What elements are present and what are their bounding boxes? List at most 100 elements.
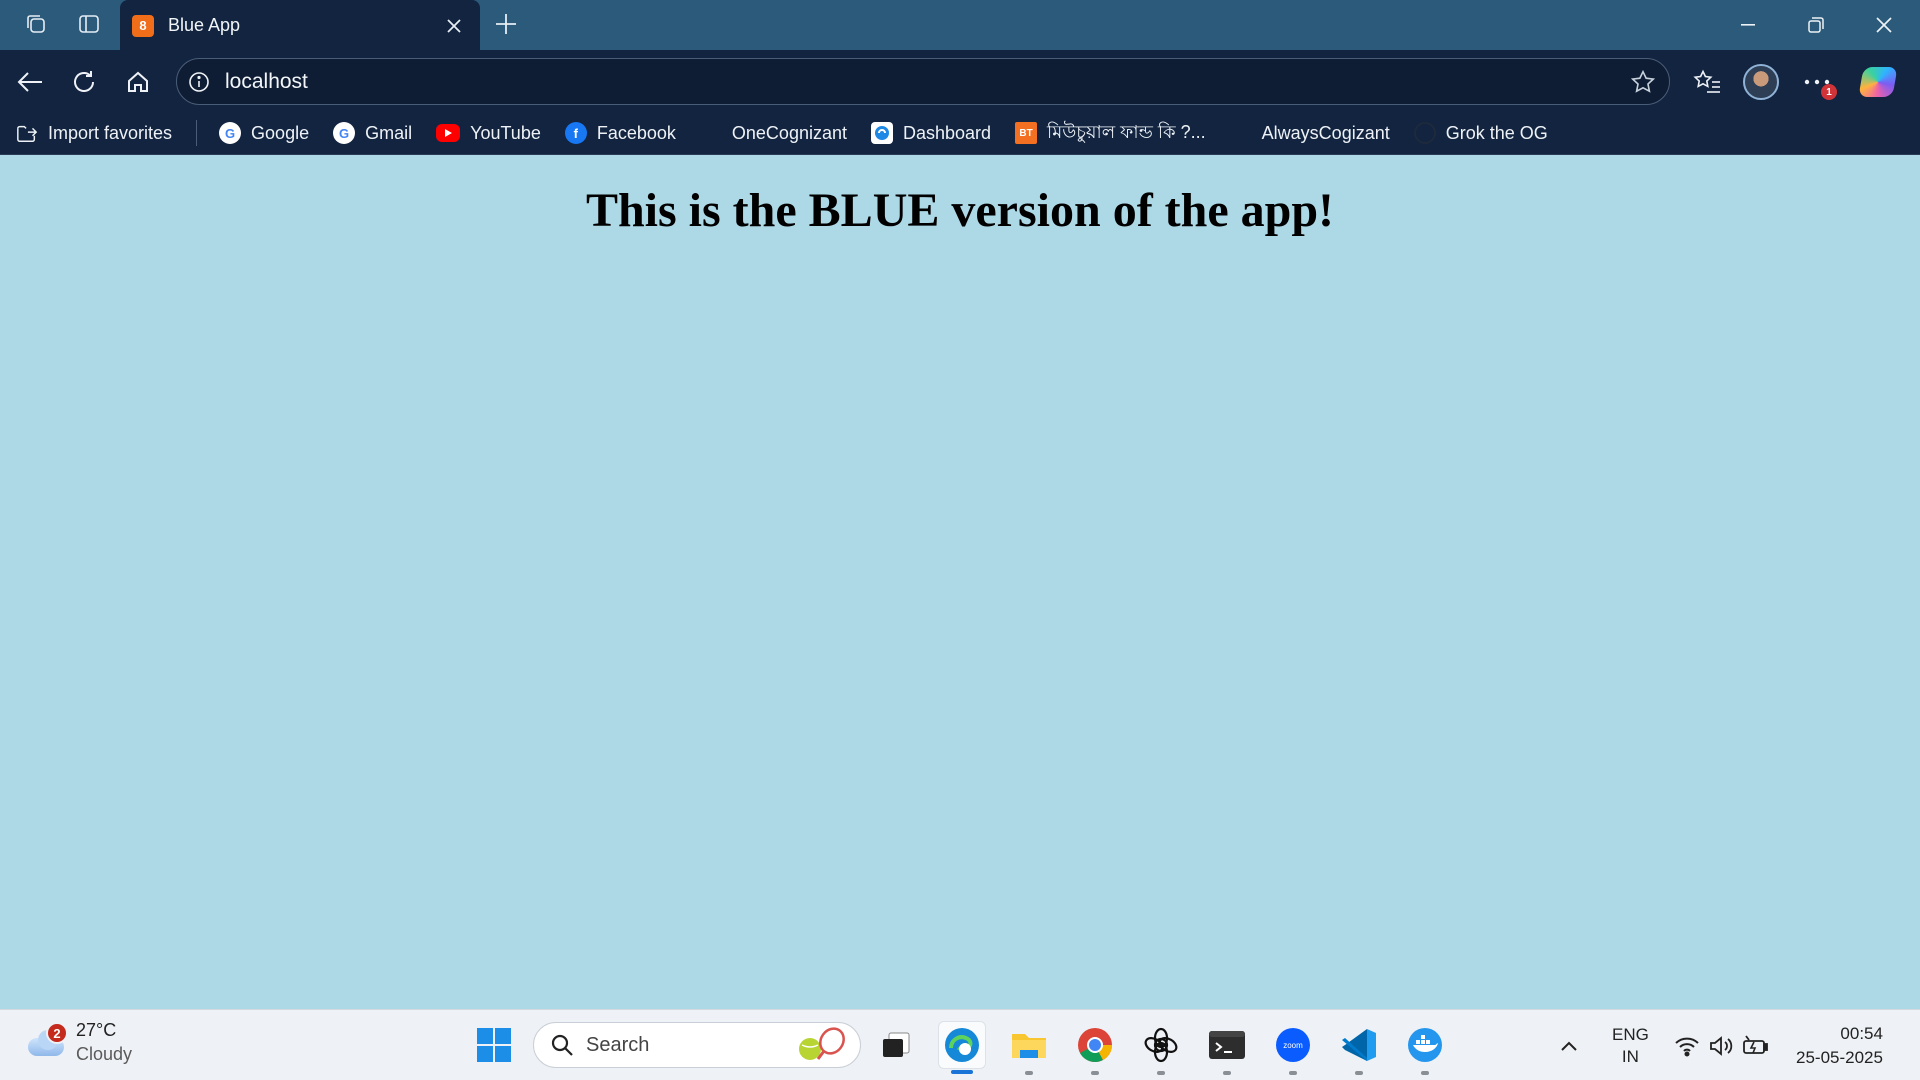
favorite-facebook[interactable]: f Facebook: [564, 117, 676, 149]
avatar: [1743, 64, 1779, 100]
favorite-label: Dashboard: [902, 122, 992, 143]
windows-icon: [477, 1028, 511, 1062]
chatgpt-icon: [1144, 1027, 1178, 1063]
favorite-alwayscogizant[interactable]: AlwaysCogizant: [1230, 117, 1390, 149]
taskbar-search[interactable]: Search: [533, 1022, 861, 1068]
terminal-icon: [1209, 1031, 1245, 1059]
weather-widget[interactable]: 2 27°C Cloudy: [26, 1018, 132, 1066]
favorite-google[interactable]: G Google: [219, 117, 309, 149]
vertical-tabs-icon[interactable]: [71, 8, 107, 40]
search-highlight-icon: [794, 1025, 850, 1066]
tab-strip: 8 Blue App: [0, 0, 1920, 51]
favorite-dashboard[interactable]: Dashboard: [870, 117, 992, 149]
favorites-divider: [196, 120, 198, 146]
favorite-label: Grok the OG: [1445, 122, 1548, 143]
taskbar-edge[interactable]: [938, 1021, 986, 1074]
favorite-onecognizant[interactable]: OneCognizant: [700, 117, 847, 149]
close-window-button[interactable]: [1850, 0, 1918, 50]
taskbar-zoom[interactable]: zoom: [1269, 1021, 1317, 1075]
back-arrow-icon[interactable]: [10, 62, 50, 102]
favorite-label: OneCognizant: [731, 122, 847, 143]
lang-line2: IN: [1621, 1046, 1639, 1066]
import-favorites-icon: [16, 122, 38, 144]
favorite-label: AlwaysCogizant: [1261, 122, 1390, 143]
bt-icon: BT: [1015, 122, 1038, 144]
zoom-icon: zoom: [1276, 1028, 1310, 1062]
grok-icon: [1413, 122, 1436, 144]
cloud-icon: 2: [26, 1022, 68, 1058]
favorite-label: Facebook: [596, 122, 676, 143]
home-icon[interactable]: [118, 62, 158, 102]
taskbar-terminal[interactable]: [1203, 1021, 1251, 1075]
google-icon: G: [333, 122, 356, 144]
blank-icon: [1230, 122, 1252, 144]
xampp-favicon-icon: 8: [132, 14, 154, 37]
page-heading: This is the BLUE version of the app!: [585, 184, 1335, 237]
favorite-youtube[interactable]: YouTube: [436, 117, 541, 149]
clock-date: 25-05-2025: [1796, 1047, 1883, 1067]
google-icon: G: [219, 122, 242, 144]
task-view-icon: [883, 1032, 910, 1057]
minimize-button[interactable]: [1714, 0, 1782, 50]
folder-icon: [1012, 1034, 1046, 1058]
svg-text:zoom: zoom: [1283, 1041, 1303, 1050]
volume-icon: [1710, 1035, 1733, 1056]
clock-time: 00:54: [1840, 1023, 1883, 1043]
favorite-label: Import favorites: [48, 122, 173, 143]
close-tab-icon[interactable]: [440, 12, 468, 40]
tab-active[interactable]: 8 Blue App: [120, 0, 480, 51]
restore-button[interactable]: [1782, 0, 1850, 50]
taskbar-file-explorer[interactable]: [1005, 1021, 1053, 1075]
weather-badge: 2: [46, 1022, 68, 1044]
facebook-icon: f: [564, 122, 587, 144]
favorite-mutual-fund[interactable]: BT মিউচুয়াল ফান্ড কি ?...: [1015, 117, 1206, 149]
favorite-gmail[interactable]: G Gmail: [333, 117, 412, 149]
vscode-icon: [1342, 1029, 1376, 1061]
taskbar: 2 27°C Cloudy Search zoom ENG IN 00:54 2…: [0, 1009, 1920, 1080]
lang-line1: ENG: [1612, 1024, 1649, 1044]
favorite-label: Gmail: [365, 122, 413, 143]
new-tab-button[interactable]: [488, 8, 524, 40]
address-bar[interactable]: localhost: [176, 58, 1670, 105]
refresh-icon[interactable]: [64, 62, 104, 102]
favorites-icon[interactable]: [1685, 60, 1729, 104]
copilot-icon[interactable]: [1856, 60, 1900, 104]
profile-avatar[interactable]: [1739, 60, 1783, 104]
site-info-icon[interactable]: [187, 70, 211, 94]
favorite-grok[interactable]: Grok the OG: [1413, 117, 1548, 149]
edge-icon: [945, 1028, 979, 1062]
taskbar-docker[interactable]: [1401, 1021, 1449, 1075]
weather-condition: Cloudy: [76, 1044, 133, 1064]
system-tray-status[interactable]: [1674, 1010, 1770, 1080]
wifi-icon: [1675, 1037, 1699, 1056]
youtube-icon: [436, 124, 461, 142]
browser-toolbar: localhost 1: [0, 50, 1920, 112]
favorite-label: YouTube: [470, 122, 541, 143]
search-label: Search: [586, 1033, 650, 1056]
dashboard-icon: [870, 122, 893, 144]
favorite-label: Google: [251, 122, 310, 143]
workspaces-icon[interactable]: [18, 8, 54, 40]
task-view-button[interactable]: [872, 1021, 920, 1069]
favorite-import[interactable]: Import favorites: [16, 117, 172, 149]
clock[interactable]: 00:54 25-05-2025: [1796, 1010, 1883, 1080]
weather-temp: 27°C: [76, 1020, 117, 1040]
language-indicator[interactable]: ENG IN: [1612, 1010, 1649, 1080]
taskbar-vscode[interactable]: [1335, 1021, 1383, 1075]
tab-title: Blue App: [168, 15, 241, 35]
favorites-bar: Import favorites G Google G Gmail YouTub…: [0, 112, 1920, 155]
start-button[interactable]: [470, 1021, 518, 1069]
taskbar-chatgpt[interactable]: [1137, 1021, 1185, 1075]
search-icon: [551, 1034, 573, 1056]
url-text[interactable]: localhost: [225, 70, 1623, 94]
taskbar-chrome[interactable]: [1071, 1021, 1119, 1075]
show-hidden-icons-button[interactable]: [1560, 1010, 1578, 1080]
notification-badge: 1: [1821, 84, 1837, 100]
docker-icon: [1408, 1028, 1442, 1062]
battery-charging-icon: [1743, 1034, 1768, 1054]
favorite-label: মিউচুয়াল ফান্ড কি ?...: [1047, 121, 1206, 142]
chevron-up-icon: [1561, 1041, 1577, 1051]
more-options-button[interactable]: 1: [1795, 60, 1839, 104]
add-favorite-star-icon[interactable]: [1623, 62, 1663, 102]
chrome-icon: [1078, 1028, 1112, 1062]
